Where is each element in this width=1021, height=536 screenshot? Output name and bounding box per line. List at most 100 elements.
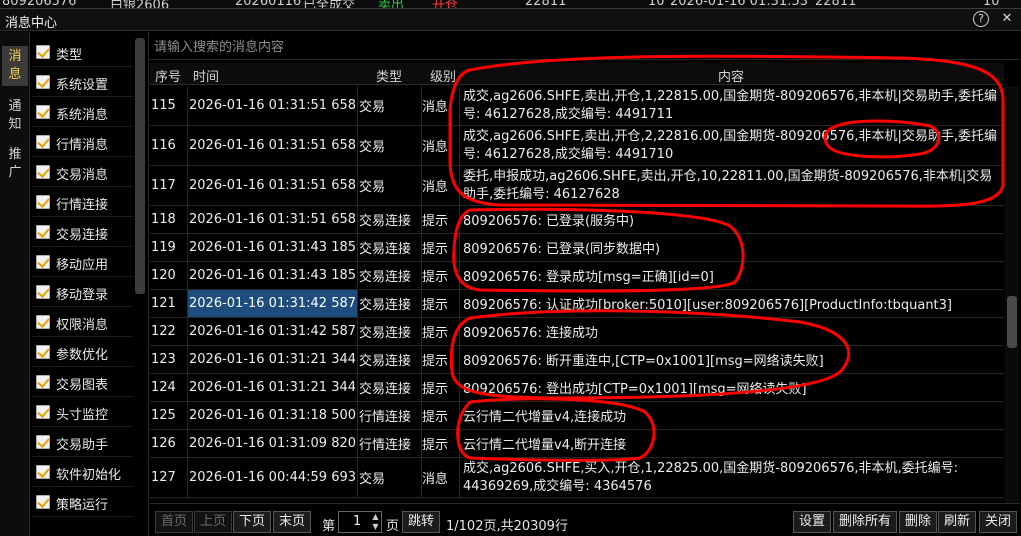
table-row[interactable]: 115 2026-01-16 01:31:51 658 交易 消息 成交,ag2606.… [150, 86, 1004, 126]
cell-content: 成交,ag2606.SHFE,卖出,开仓,1,22815.00,国金期货-809… [463, 88, 998, 122]
cell-type: 交易 [358, 86, 422, 125]
cell-no: 127 [150, 458, 188, 497]
table-row[interactable]: 124 2026-01-16 01:31:21 344 交易连接 提示 80920657… [150, 374, 1004, 402]
type-label: 移动登录 [56, 288, 109, 303]
tab-messages[interactable]: 消息 [2, 46, 28, 86]
type-filter-item[interactable]: 软件初始化 [33, 458, 133, 487]
type-checkbox[interactable] [36, 465, 50, 479]
type-label: 移动应用 [56, 258, 109, 273]
jump-button[interactable]: 跳转 [402, 511, 441, 533]
type-checkbox[interactable] [36, 135, 50, 149]
column-header-type[interactable]: 类型 [376, 66, 402, 85]
type-filter-item[interactable]: 交易消息 [33, 158, 133, 187]
refresh-button[interactable]: 刷新 [938, 511, 977, 533]
window-title: 消息中心 [5, 16, 58, 31]
last-page-button[interactable]: 末页 [273, 511, 312, 533]
type-label: 交易消息 [56, 168, 109, 183]
cell-content: 809206576: 断开重连中,[CTP=0x1001][msg=网络读失败] [463, 354, 824, 369]
type-filter-item[interactable]: 系统设置 [33, 68, 133, 97]
table-header: 序号 时间 类型 级别 内容 [150, 63, 1004, 85]
table-row[interactable]: 123 2026-01-16 01:31:21 344 交易连接 提示 80920657… [150, 346, 1004, 374]
cell-time: 2026-01-16 01:31:51 658 [188, 166, 358, 205]
cell-type: 交易连接 [358, 290, 422, 317]
next-page-button[interactable]: 下页 [233, 511, 272, 533]
delete-all-button[interactable]: 删除所有 [833, 511, 898, 533]
cell-type: 交易连接 [358, 206, 422, 233]
type-checkbox[interactable] [36, 285, 50, 299]
type-filter-header[interactable]: 类型 [33, 38, 133, 67]
cell-level: 消息 [422, 166, 460, 205]
type-filter-panel: 类型 系统设置系统消息行情消息交易消息行情连接 交易连接移动应用移动登录权限消息 参数… [31, 32, 149, 536]
type-checkbox[interactable] [36, 255, 50, 269]
page-spinner-icon[interactable]: ▲ ▼ [370, 512, 381, 532]
cell-content: 809206576: 已登录(服务中) [463, 214, 635, 229]
type-filter-item[interactable]: 行情连接 [33, 188, 133, 217]
type-filter-item[interactable]: 系统消息 [33, 98, 133, 127]
cell-content: 809206576: 已登录(同步数据中) [463, 242, 661, 257]
type-filter-item[interactable]: 行情消息 [33, 128, 133, 157]
cell-no: 119 [150, 234, 188, 261]
column-header-no[interactable]: 序号 [155, 66, 181, 85]
type-filter-item[interactable]: 移动登录 [33, 278, 133, 307]
help-icon[interactable]: ? [973, 11, 989, 27]
table-row[interactable]: 118 2026-01-16 01:31:51 658 交易连接 提示 80920657… [150, 206, 1004, 234]
type-label: 系统消息 [56, 108, 109, 123]
cell-no: 124 [150, 374, 188, 401]
settings-button[interactable]: 设置 [793, 511, 832, 533]
cell-no: 117 [150, 166, 188, 205]
cell-no: 126 [150, 430, 188, 457]
table-row[interactable]: 122 2026-01-16 01:31:42 587 交易连接 提示 80920657… [150, 318, 1004, 346]
type-filter-item[interactable]: 参数优化 [33, 338, 133, 367]
type-checkbox[interactable] [36, 225, 50, 239]
type-checkbox[interactable] [36, 405, 50, 419]
table-vertical-scrollbar[interactable] [1005, 86, 1019, 504]
column-header-content[interactable]: 内容 [718, 66, 744, 85]
type-filter-item[interactable]: 交易连接 [33, 218, 133, 247]
type-all-checkbox[interactable] [36, 45, 50, 59]
type-filter-item[interactable]: 权限消息 [33, 308, 133, 337]
column-header-time[interactable]: 时间 [193, 66, 219, 85]
cell-time: 2026-01-16 01:31:51 658 [188, 86, 358, 125]
table-row[interactable]: 126 2026-01-16 01:31:09 820 行情连接 提示 云行情二代增量v… [150, 430, 1004, 458]
table-row[interactable]: 116 2026-01-16 01:31:51 658 交易 消息 成交,ag2606.… [150, 126, 1004, 166]
close-icon[interactable]: ✕ [999, 11, 1015, 27]
type-filter-item[interactable]: 交易图表 [33, 368, 133, 397]
prev-page-button[interactable]: 上页 [194, 511, 233, 533]
type-checkbox[interactable] [36, 375, 50, 389]
delete-button[interactable]: 删除 [899, 511, 938, 533]
type-checkbox[interactable] [36, 315, 50, 329]
table-row[interactable]: 125 2026-01-16 01:31:18 500 行情连接 提示 云行情二代增量v… [150, 402, 1004, 430]
type-checkbox[interactable] [36, 105, 50, 119]
type-checkbox[interactable] [36, 435, 50, 449]
cell-content: 809206576: 登出成功[CTP=0x1001][msg=网络读失败] [463, 382, 807, 397]
cell-type: 行情连接 [358, 430, 422, 457]
tab-promotions[interactable]: 推广 [2, 146, 28, 186]
type-label: 策略运行 [56, 498, 109, 513]
table-row[interactable]: 119 2026-01-16 01:31:43 185 交易连接 提示 80920657… [150, 234, 1004, 262]
column-header-level[interactable]: 级别 [430, 66, 456, 85]
type-checkbox[interactable] [36, 345, 50, 359]
search-input[interactable] [154, 37, 754, 57]
cell-content: 云行情二代增量v4,断开连接 [463, 438, 627, 453]
type-filter-item[interactable]: 移动应用 [33, 248, 133, 277]
table-row[interactable]: 127 2026-01-16 00:44:59 693 交易 消息 成交,ag2606.… [150, 458, 1004, 498]
type-checkbox[interactable] [36, 495, 50, 509]
tab-notifications[interactable]: 通知 [2, 98, 28, 138]
type-list-scrollbar[interactable] [135, 38, 145, 294]
cell-content: 809206576: 登录成功[msg=正确][id=0] [463, 270, 714, 285]
type-filter-item[interactable]: 头寸监控 [33, 398, 133, 427]
type-filter-item[interactable]: 交易助手 [33, 428, 133, 457]
type-filter-item[interactable]: 策略运行 [33, 488, 133, 517]
type-checkbox[interactable] [36, 165, 50, 179]
type-checkbox[interactable] [36, 195, 50, 209]
pagination-footer: 首页 上页 下页 末页 第 1 ▲ ▼ 页 跳转 1/102页,共20309行 设… [150, 503, 1020, 536]
type-checkbox[interactable] [36, 75, 50, 89]
cell-content: 成交,ag2606.SHFE,买入,开仓,1,22825.00,国金期货-809… [463, 460, 959, 494]
close-button[interactable]: 关闭 [979, 511, 1018, 533]
table-row[interactable]: 117 2026-01-16 01:31:51 658 交易 消息 委托,申报成功,ag… [150, 166, 1004, 206]
table-row[interactable]: 120 2026-01-16 01:31:43 185 交易连接 提示 80920657… [150, 262, 1004, 290]
scrollbar-thumb[interactable] [1007, 296, 1017, 348]
table-row[interactable]: 121 2026-01-16 01:31:42 587 交易连接 提示 80920657… [150, 290, 1004, 318]
first-page-button[interactable]: 首页 [155, 511, 194, 533]
cell-no: 120 [150, 262, 188, 289]
